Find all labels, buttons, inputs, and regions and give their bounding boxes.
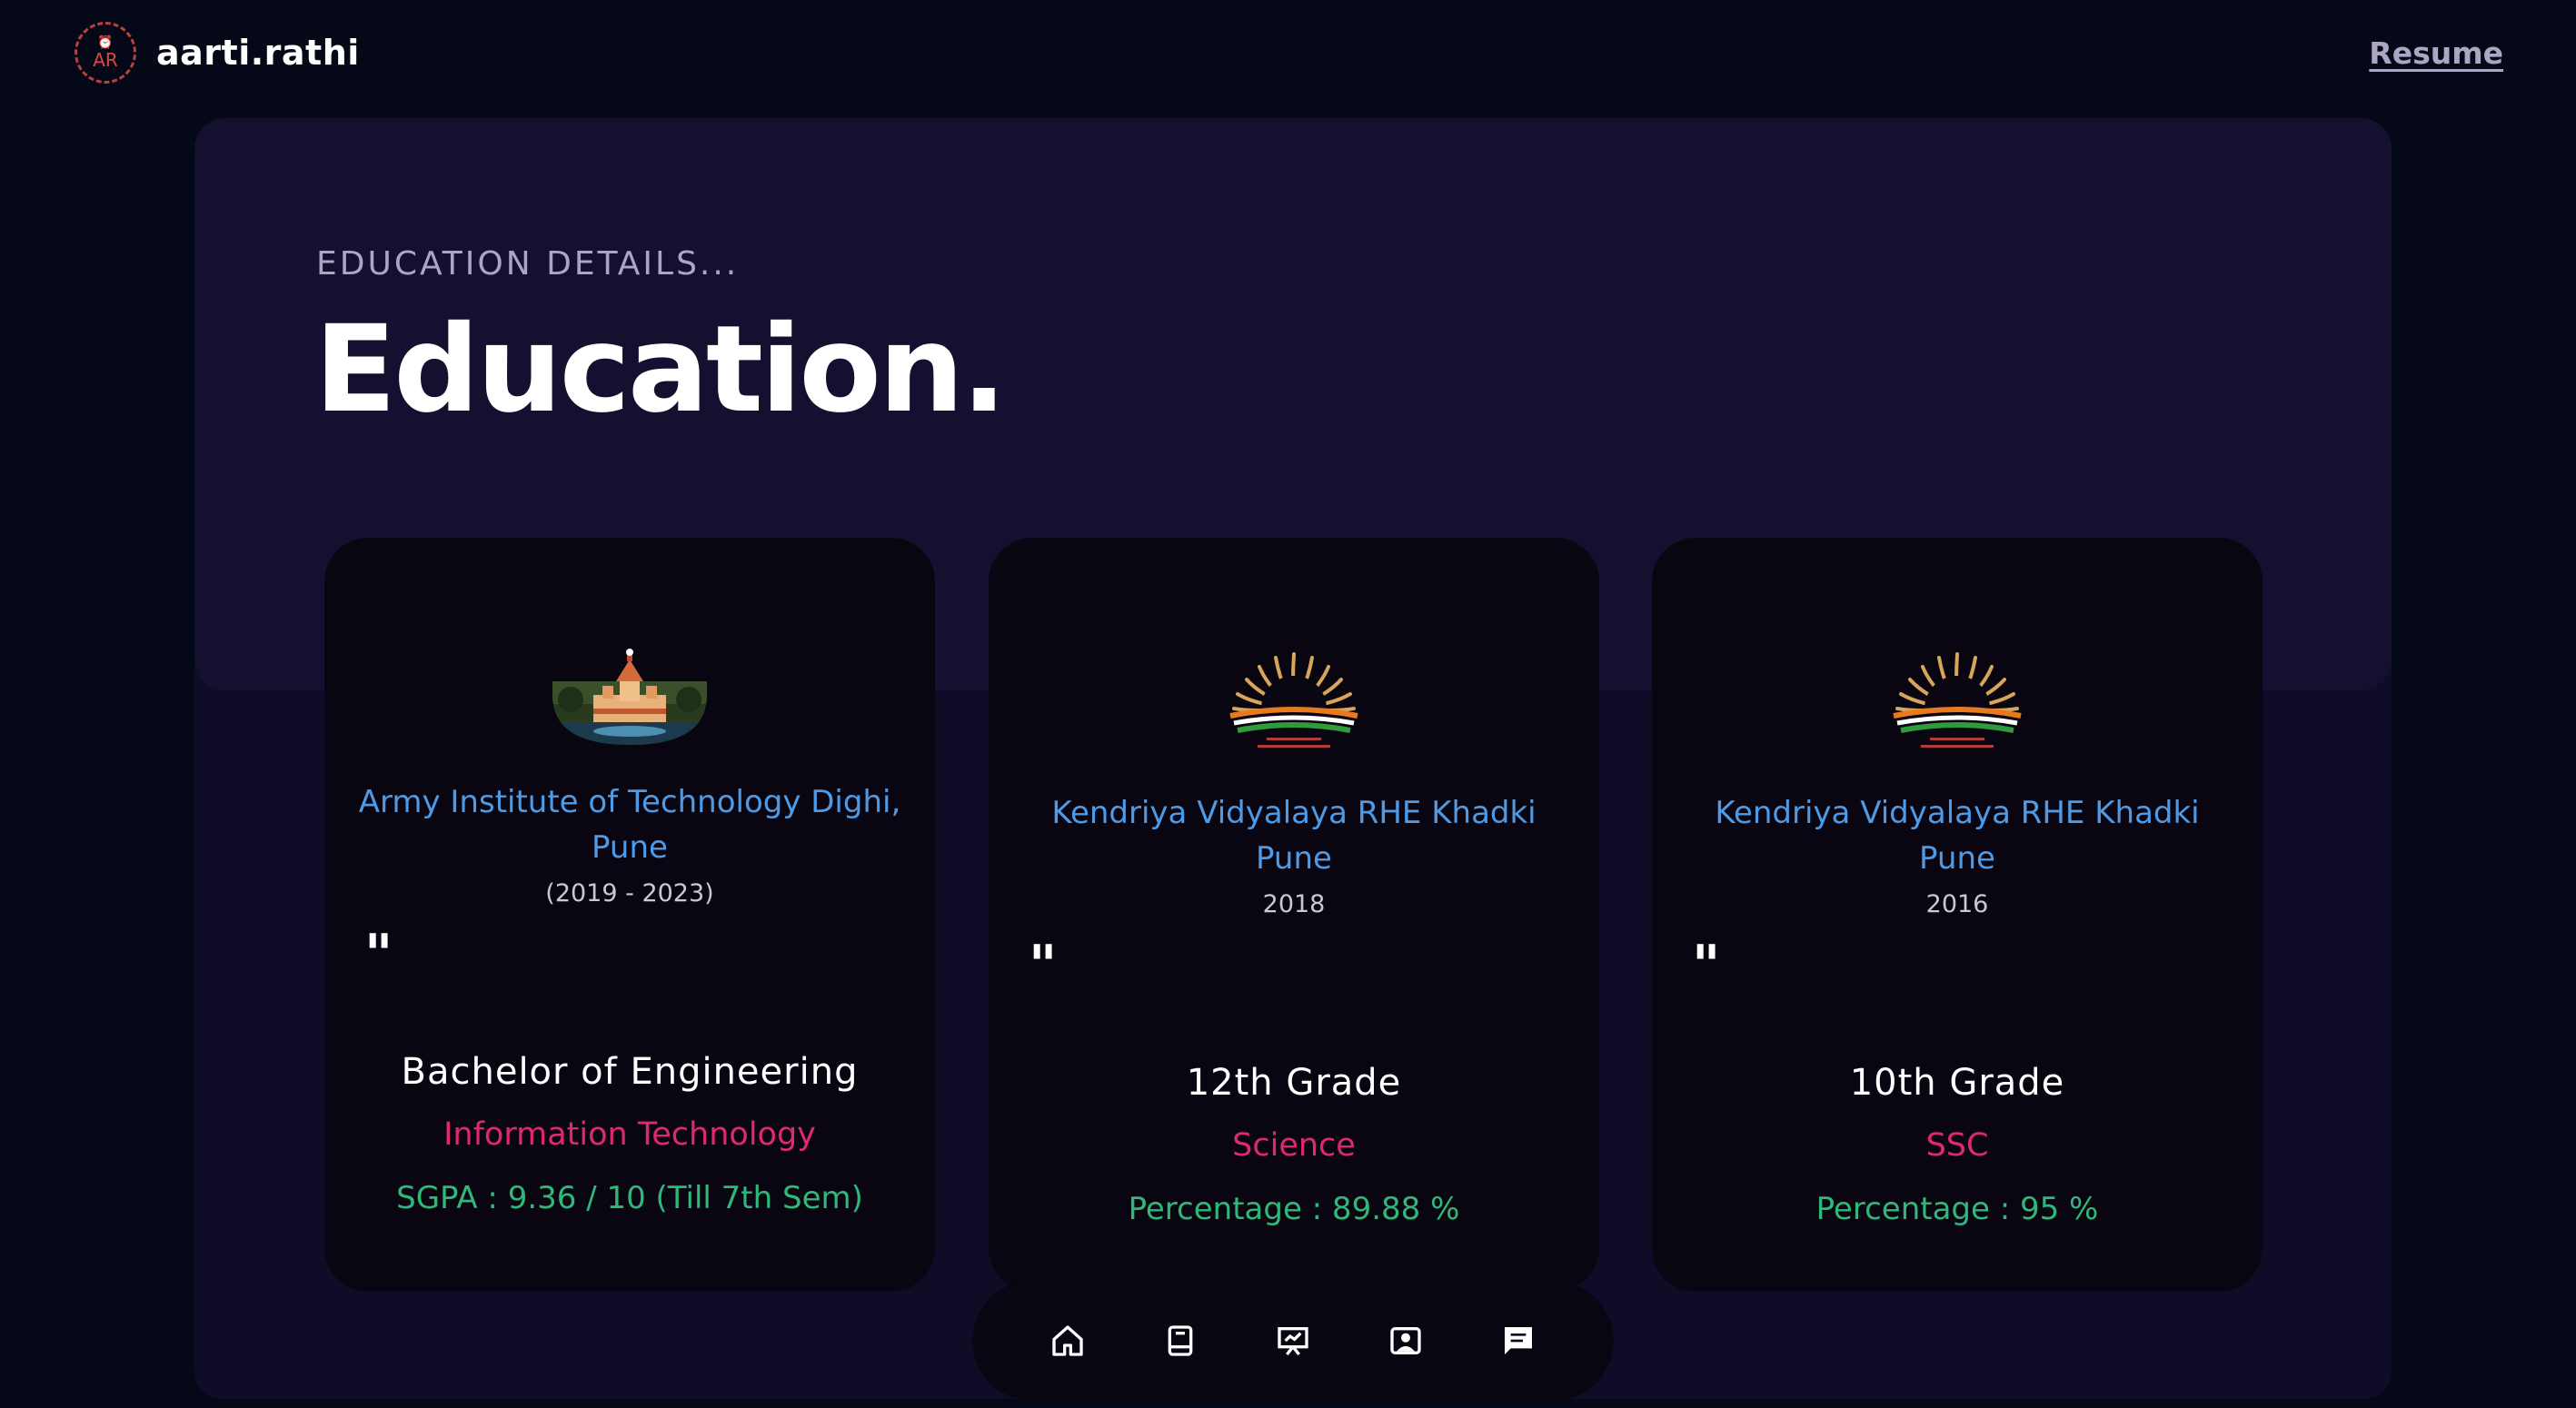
resume-link[interactable]: Resume <box>2369 35 2503 71</box>
book-icon <box>1168 1325 1193 1356</box>
degree-title: 12th Grade <box>1186 1062 1402 1104</box>
degree-title: 10th Grade <box>1849 1062 2065 1104</box>
brand-logo: ⏰ AR <box>75 22 136 84</box>
education-card: Army Institute of Technology Dighi, Pune… <box>324 538 935 1292</box>
home-icon <box>1052 1325 1083 1356</box>
dock-about-button[interactable] <box>1161 1322 1199 1360</box>
page: ⏰ AR aarti.rathi Resume EDUCATION DETAIL… <box>0 0 2576 1408</box>
alarm-clock-icon: ⏰ <box>97 35 114 50</box>
college-building-logo-icon <box>548 636 711 754</box>
kendriya-vidyalaya-sun-logo-icon <box>1212 636 1376 754</box>
degree-field: Science <box>1232 1127 1356 1164</box>
chat-icon <box>1505 1327 1532 1354</box>
quote-mark-icon: " <box>1029 934 1058 997</box>
education-card: Kendriya Vidyalaya RHE Khadki Pune 2018 … <box>989 538 1599 1292</box>
brand-link[interactable]: ⏰ AR aarti.rathi <box>75 22 360 84</box>
school-name: Army Institute of Technology Dighi, Pune <box>358 784 901 866</box>
degree-title: Bachelor of Engineering <box>401 1051 859 1093</box>
kendriya-vidyalaya-sun-logo-icon <box>1875 636 2039 754</box>
navbar: ⏰ AR aarti.rathi Resume <box>0 0 2576 105</box>
school-years: 2018 <box>1262 890 1326 918</box>
degree-field: SSC <box>1925 1127 1989 1164</box>
section-heading: Education. <box>314 300 1007 440</box>
degree-score: Percentage : 89.88 % <box>1128 1191 1460 1227</box>
school-name: Kendriya Vidyalaya RHE Khadki Pune <box>1715 795 2200 877</box>
school-years: (2019 - 2023) <box>545 879 714 907</box>
brand-logo-text: AR <box>93 49 118 71</box>
education-card: Kendriya Vidyalaya RHE Khadki Pune 2016 … <box>1652 538 2263 1292</box>
dock-projects-button[interactable] <box>1274 1322 1312 1360</box>
degree-score: Percentage : 95 % <box>1815 1191 2099 1227</box>
contact-card-icon <box>1390 1327 1421 1354</box>
dock-home-button[interactable] <box>1049 1322 1087 1360</box>
brand-name: aarti.rathi <box>156 33 360 73</box>
presentation-icon <box>1278 1327 1308 1356</box>
school-name: Kendriya Vidyalaya RHE Khadki Pune <box>1051 795 1537 877</box>
school-years: 2016 <box>1925 890 1989 918</box>
quote-mark-icon: " <box>364 923 393 987</box>
quote-mark-icon: " <box>1692 934 1721 997</box>
dock-contact-card-button[interactable] <box>1387 1322 1425 1360</box>
degree-field: Information Technology <box>443 1116 816 1153</box>
section-subtitle: EDUCATION DETAILS... <box>316 245 740 283</box>
degree-score: SGPA : 9.36 / 10 (Till 7th Sem) <box>396 1180 863 1216</box>
bottom-dock-nav <box>972 1281 1614 1401</box>
dock-chat-button[interactable] <box>1499 1322 1537 1360</box>
